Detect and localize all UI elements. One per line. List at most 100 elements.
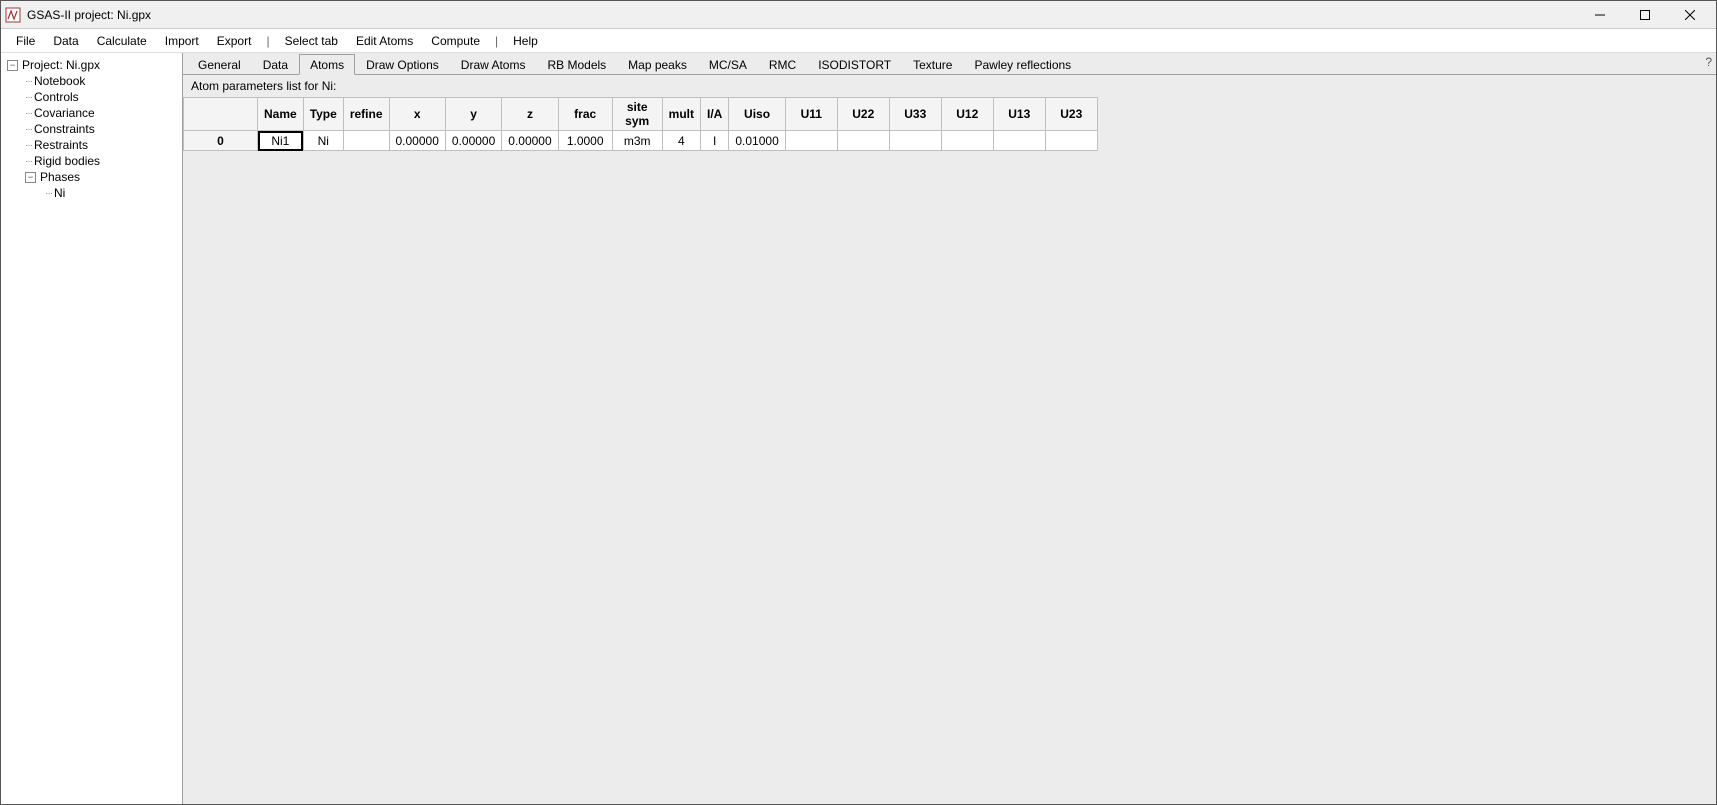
col-mult[interactable]: mult (662, 98, 700, 131)
tab-mc-sa[interactable]: MC/SA (698, 54, 758, 74)
app-icon (5, 7, 21, 23)
app-window: GSAS-II project: Ni.gpx File Data Calcul… (0, 0, 1717, 805)
tree-root[interactable]: − Project: Ni.gpx (1, 57, 182, 73)
cell-ia[interactable]: I (701, 131, 729, 151)
tree-connector-icon: ··· (45, 188, 52, 199)
help-icon[interactable]: ? (1705, 55, 1712, 69)
col-ia[interactable]: I/A (701, 98, 729, 131)
minimize-button[interactable] (1577, 1, 1622, 29)
menu-export[interactable]: Export (208, 31, 261, 51)
menu-help[interactable]: Help (504, 31, 547, 51)
atom-grid[interactable]: Name Type refine x y z frac site sym mul… (183, 97, 1098, 151)
tree-connector-icon: ··· (25, 108, 32, 119)
tree-label: Ni (54, 186, 65, 200)
tree-label: Constraints (34, 122, 95, 136)
tab-data[interactable]: Data (252, 54, 299, 74)
tree-connector-icon: ··· (25, 140, 32, 151)
tree-item-restraints[interactable]: ··· Restraints (1, 137, 182, 153)
col-site-sym[interactable]: site sym (612, 98, 662, 131)
tree-item-phases[interactable]: − Phases (1, 169, 182, 185)
menu-separator: | (489, 34, 504, 48)
titlebar: GSAS-II project: Ni.gpx (1, 1, 1716, 29)
tab-general[interactable]: General (187, 54, 252, 74)
tree-item-phase-ni[interactable]: ··· Ni (1, 185, 182, 201)
menu-data[interactable]: Data (44, 31, 87, 51)
col-u33[interactable]: U33 (889, 98, 941, 131)
close-button[interactable] (1667, 1, 1712, 29)
table-row[interactable]: 0 Ni1 Ni 0.00000 0.00000 0.00000 1.0000 … (184, 131, 1098, 151)
tab-pawley-reflections[interactable]: Pawley reflections (963, 54, 1082, 74)
row-index[interactable]: 0 (184, 131, 258, 151)
tab-draw-atoms[interactable]: Draw Atoms (450, 54, 537, 74)
cell-u11[interactable] (785, 131, 837, 151)
menu-separator: | (260, 34, 275, 48)
corner-cell[interactable] (184, 98, 258, 131)
collapse-icon[interactable]: − (7, 60, 18, 71)
atom-list-header: Atom parameters list for Ni: (183, 75, 1716, 97)
tab-isodistort[interactable]: ISODISTORT (807, 54, 902, 74)
project-tree[interactable]: − Project: Ni.gpx ··· Notebook ··· Contr… (1, 53, 183, 804)
cell-name[interactable]: Ni1 (258, 131, 304, 151)
cell-u12[interactable] (941, 131, 993, 151)
col-u13[interactable]: U13 (993, 98, 1045, 131)
col-frac[interactable]: frac (558, 98, 612, 131)
cell-u23[interactable] (1045, 131, 1097, 151)
menu-compute[interactable]: Compute (422, 31, 489, 51)
menu-file[interactable]: File (7, 31, 44, 51)
cell-site-sym[interactable]: m3m (612, 131, 662, 151)
maximize-button[interactable] (1622, 1, 1667, 29)
cell-u13[interactable] (993, 131, 1045, 151)
tree-item-controls[interactable]: ··· Controls (1, 89, 182, 105)
tab-atoms[interactable]: Atoms (299, 54, 355, 75)
cell-x[interactable]: 0.00000 (389, 131, 445, 151)
tree-label: Project: Ni.gpx (22, 58, 100, 72)
cell-refine[interactable] (343, 131, 389, 151)
header-row: Name Type refine x y z frac site sym mul… (184, 98, 1098, 131)
tree-connector-icon: ··· (25, 76, 32, 87)
tree-item-constraints[interactable]: ··· Constraints (1, 121, 182, 137)
menu-import[interactable]: Import (156, 31, 208, 51)
tree-connector-icon: ··· (25, 124, 32, 135)
tree-connector-icon: ··· (25, 92, 32, 103)
tree-label: Controls (34, 90, 79, 104)
col-name[interactable]: Name (258, 98, 304, 131)
tab-map-peaks[interactable]: Map peaks (617, 54, 698, 74)
tree-item-rigid-bodies[interactable]: ··· Rigid bodies (1, 153, 182, 169)
menu-calculate[interactable]: Calculate (88, 31, 156, 51)
tree-item-covariance[interactable]: ··· Covariance (1, 105, 182, 121)
atom-grid-wrap: Name Type refine x y z frac site sym mul… (183, 97, 1716, 151)
window-controls (1577, 1, 1712, 29)
cell-uiso[interactable]: 0.01000 (729, 131, 785, 151)
cell-u22[interactable] (837, 131, 889, 151)
menu-select-tab[interactable]: Select tab (276, 31, 347, 51)
collapse-icon[interactable]: − (25, 172, 36, 183)
col-u11[interactable]: U11 (785, 98, 837, 131)
menu-edit-atoms[interactable]: Edit Atoms (347, 31, 422, 51)
tab-rmc[interactable]: RMC (758, 54, 807, 74)
tab-draw-options[interactable]: Draw Options (355, 54, 450, 74)
cell-z[interactable]: 0.00000 (502, 131, 558, 151)
col-u23[interactable]: U23 (1045, 98, 1097, 131)
col-y[interactable]: y (445, 98, 501, 131)
window-title: GSAS-II project: Ni.gpx (27, 8, 1577, 22)
content-panel: ? General Data Atoms Draw Options Draw A… (183, 53, 1716, 804)
col-refine[interactable]: refine (343, 98, 389, 131)
tab-rb-models[interactable]: RB Models (536, 54, 617, 74)
tab-texture[interactable]: Texture (902, 54, 963, 74)
cell-u33[interactable] (889, 131, 941, 151)
col-u12[interactable]: U12 (941, 98, 993, 131)
phase-tabs: General Data Atoms Draw Options Draw Ato… (183, 53, 1716, 75)
col-u22[interactable]: U22 (837, 98, 889, 131)
cell-frac[interactable]: 1.0000 (558, 131, 612, 151)
col-z[interactable]: z (502, 98, 558, 131)
tree-label: Notebook (34, 74, 85, 88)
cell-type[interactable]: Ni (303, 131, 343, 151)
cell-y[interactable]: 0.00000 (445, 131, 501, 151)
tree-item-notebook[interactable]: ··· Notebook (1, 73, 182, 89)
tree-label: Phases (40, 170, 80, 184)
tree-label: Rigid bodies (34, 154, 100, 168)
col-uiso[interactable]: Uiso (729, 98, 785, 131)
col-type[interactable]: Type (303, 98, 343, 131)
col-x[interactable]: x (389, 98, 445, 131)
cell-mult[interactable]: 4 (662, 131, 700, 151)
